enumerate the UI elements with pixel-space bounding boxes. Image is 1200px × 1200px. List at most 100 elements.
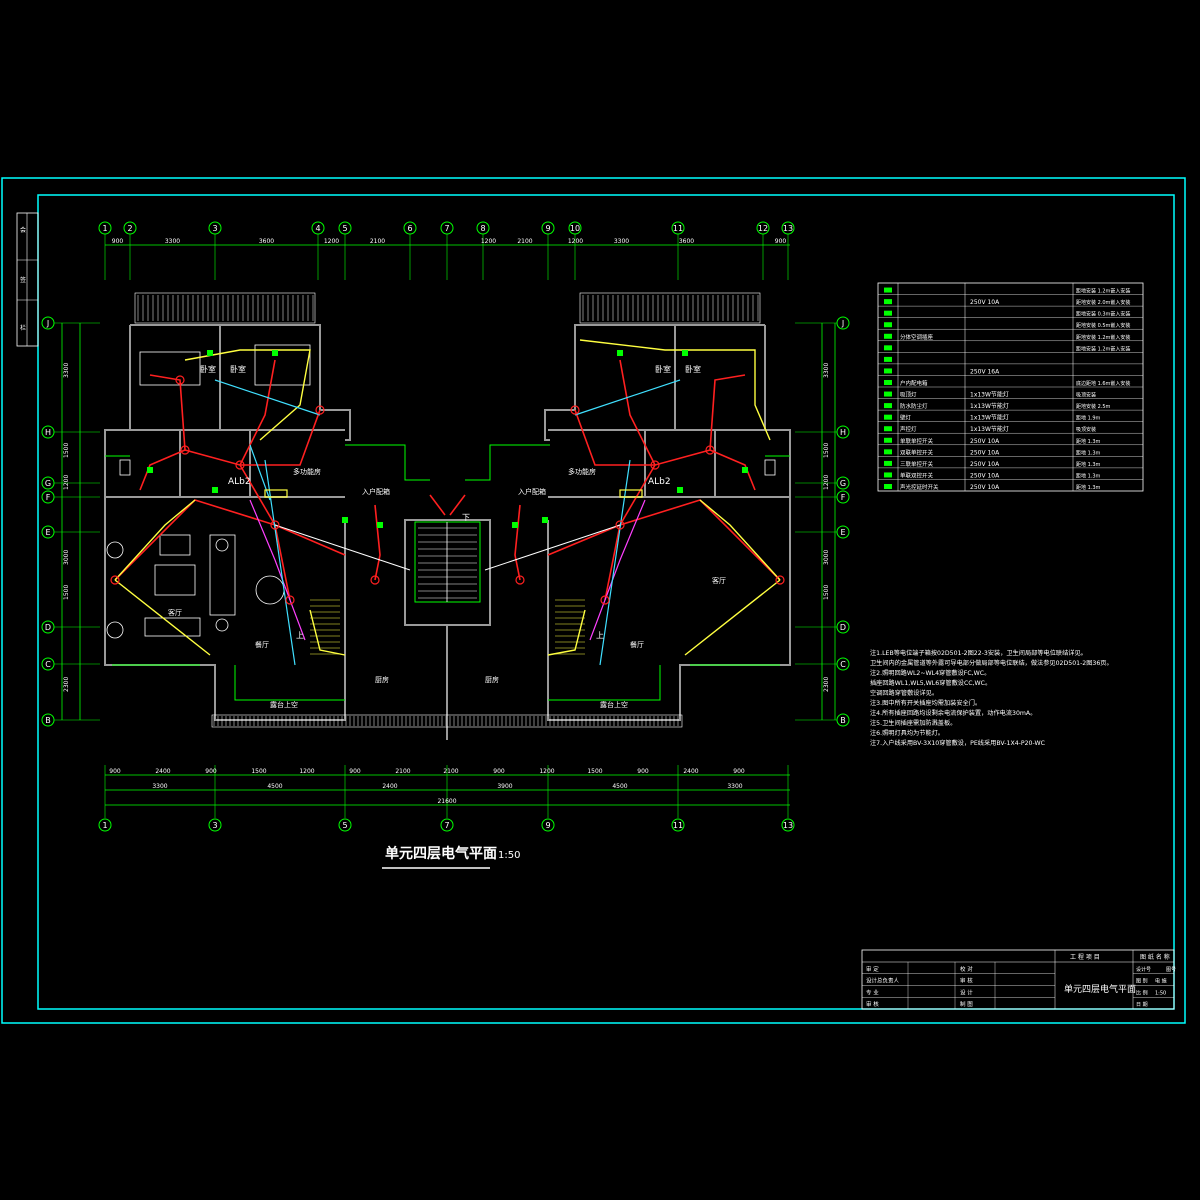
dim-top-0: 900 (112, 238, 124, 245)
tb-right-0-2: 图号 (1166, 967, 1176, 973)
legend-symbol-10 (884, 403, 892, 409)
axis-left-F: F (41, 490, 55, 504)
dim-bottom1-2: 900 (205, 768, 217, 775)
axis-top-11: 11 (671, 221, 685, 235)
legend-name-13: 单联单控开关 (900, 437, 934, 445)
dim-bottom1-5: 900 (349, 768, 361, 775)
dim-bottom-total: 21600 (437, 798, 456, 805)
svg-text:H: H (840, 428, 846, 437)
legend-name-11: 壁灯 (900, 414, 912, 422)
svg-text:4: 4 (315, 224, 320, 233)
legend-spec-7: 250V 16A (970, 368, 1000, 375)
tb-left-0-2: 校 对 (960, 965, 973, 973)
dim-left-4: 1500 (63, 585, 70, 600)
legend-install-13: 距地 1.3m (1076, 438, 1101, 445)
axis-left-D: D (41, 620, 55, 634)
axis-top-3: 3 (208, 221, 222, 235)
axis-top-7: 7 (440, 221, 454, 235)
drawing-scale: 1:50 (498, 850, 520, 861)
note-line-9: 注7.入户线采用BV-3X10穿管敷设，PE线采用BV-1X4-P20-WC (870, 739, 1045, 747)
svg-text:F: F (46, 493, 51, 502)
svg-text:12: 12 (758, 224, 768, 233)
axis-left: J H GF E D C B (41, 316, 100, 727)
note-line-1: 卫生间内的金属管道等外露可导电部分做局部等电位联结，做法参见02D501-2图3… (870, 659, 1113, 667)
room-dining-r: 餐厅 (630, 640, 644, 649)
dim-top-1: 3300 (165, 238, 180, 245)
fixture-switch-11 (677, 487, 683, 493)
note-line-4: 空调回路穿管敷设详见。 (870, 689, 938, 697)
stamp-char-3: 栏 (20, 324, 26, 332)
tb-left-1-2: 审 核 (960, 977, 973, 985)
legend-install-2: 距地安装 0.3m嵌入安装 (1076, 311, 1130, 318)
axis-right-F: F (836, 490, 850, 504)
legend-name-16: 单联双控开关 (900, 471, 934, 479)
axis-top-10: 10 (568, 221, 582, 235)
axis-top-2: 2 (123, 221, 137, 235)
tb-left-1-0: 设计总负责人 (866, 977, 900, 985)
legend-install-9: 吸顶安装 (1076, 392, 1096, 399)
dim-bottom1-3: 1500 (251, 768, 266, 775)
legend-name-14: 双联单控开关 (900, 448, 934, 456)
legend-spec-1: 250V 10A (970, 299, 1000, 306)
fixture-switch-0 (207, 350, 213, 356)
tb-right-1-1: 电 施 (1155, 978, 1167, 985)
room-bedroom-l1: 卧室 (200, 364, 216, 374)
axis-left-C: C (41, 657, 55, 671)
legend-name-15: 三联单控开关 (900, 460, 934, 468)
fixtures (110, 350, 785, 605)
svg-text:F: F (841, 493, 846, 502)
dim-bottom2-5: 3300 (727, 783, 742, 790)
dim-top-9: 3600 (679, 238, 694, 245)
legend-install-16: 距地 1.3m (1076, 472, 1101, 479)
svg-text:11: 11 (673, 821, 683, 830)
dim-top-5: 1200 (481, 238, 496, 245)
dim-bottom1-7: 2100 (443, 768, 458, 775)
dim-left-5: 2300 (63, 677, 70, 692)
legend-symbol-1 (884, 299, 892, 305)
dim-bottom1-10: 1500 (587, 768, 602, 775)
legend-install-14: 距地 1.3m (1076, 449, 1101, 456)
legend-symbol-9 (884, 391, 892, 397)
svg-text:E: E (840, 528, 845, 537)
svg-text:1: 1 (102, 224, 107, 233)
svg-text:G: G (45, 479, 51, 488)
axis-bottom-1: 1 (98, 818, 112, 832)
tb-right-0-0: 设计号 (1136, 966, 1151, 973)
legend-install-17: 距地 1.3m (1076, 484, 1101, 491)
axis-top-9: 9 (541, 221, 555, 235)
svg-text:7: 7 (444, 821, 449, 830)
legend-symbol-2 (884, 310, 892, 316)
notes: 注1.LEB等电位端子箱按02D501-2图22-3安装，卫生间局部等电位联结详… (870, 649, 1113, 747)
outer-frame (1, 177, 1186, 1024)
room-balcony-l: 露台上空 (270, 700, 298, 709)
axis-right-D: D (836, 620, 850, 634)
legend-symbol-5 (884, 345, 892, 351)
room-bedroom-r1: 卧室 (655, 364, 671, 374)
room-multi-l: 多功能房 (293, 467, 321, 476)
dimension-lines (61, 244, 836, 806)
axis-top-5: 5 (338, 221, 352, 235)
legend-spec-17: 250V 10A (970, 484, 1000, 491)
svg-text:7: 7 (444, 224, 449, 233)
axis-top-8: 8 (476, 221, 490, 235)
dim-bottom1-6: 2100 (395, 768, 410, 775)
axis-bottom-9: 9 (541, 818, 555, 832)
svg-text:B: B (45, 716, 51, 725)
legend-symbol-12 (884, 426, 892, 432)
axis-bottom-11: 11 (671, 818, 685, 832)
dim-bottom1-11: 900 (637, 768, 649, 775)
tb-left-3-0: 审 核 (866, 1000, 879, 1008)
legend-spec-10: 1x13W节能灯 (970, 402, 1009, 410)
legend-spec-12: 1x13W节能灯 (970, 425, 1009, 433)
note-line-6: 注4.所有插座回路均设剩余电流保护装置，动作电流30mA。 (870, 709, 1036, 717)
stair-up-r: 上 (596, 631, 604, 640)
note-line-8: 注6.照明灯具均为节能灯。 (870, 729, 944, 737)
fixture-switch-5 (542, 517, 548, 523)
axis-left-E: E (41, 525, 55, 539)
svg-text:5: 5 (342, 224, 347, 233)
fixture-switch-7 (617, 350, 623, 356)
panel-label-l: ALb2 (228, 477, 251, 487)
svg-text:2: 2 (127, 224, 132, 233)
note-line-5: 注3.图中所有开关插座均需加装安全门。 (870, 699, 981, 707)
legend-spec-14: 250V 10A (970, 449, 1000, 456)
